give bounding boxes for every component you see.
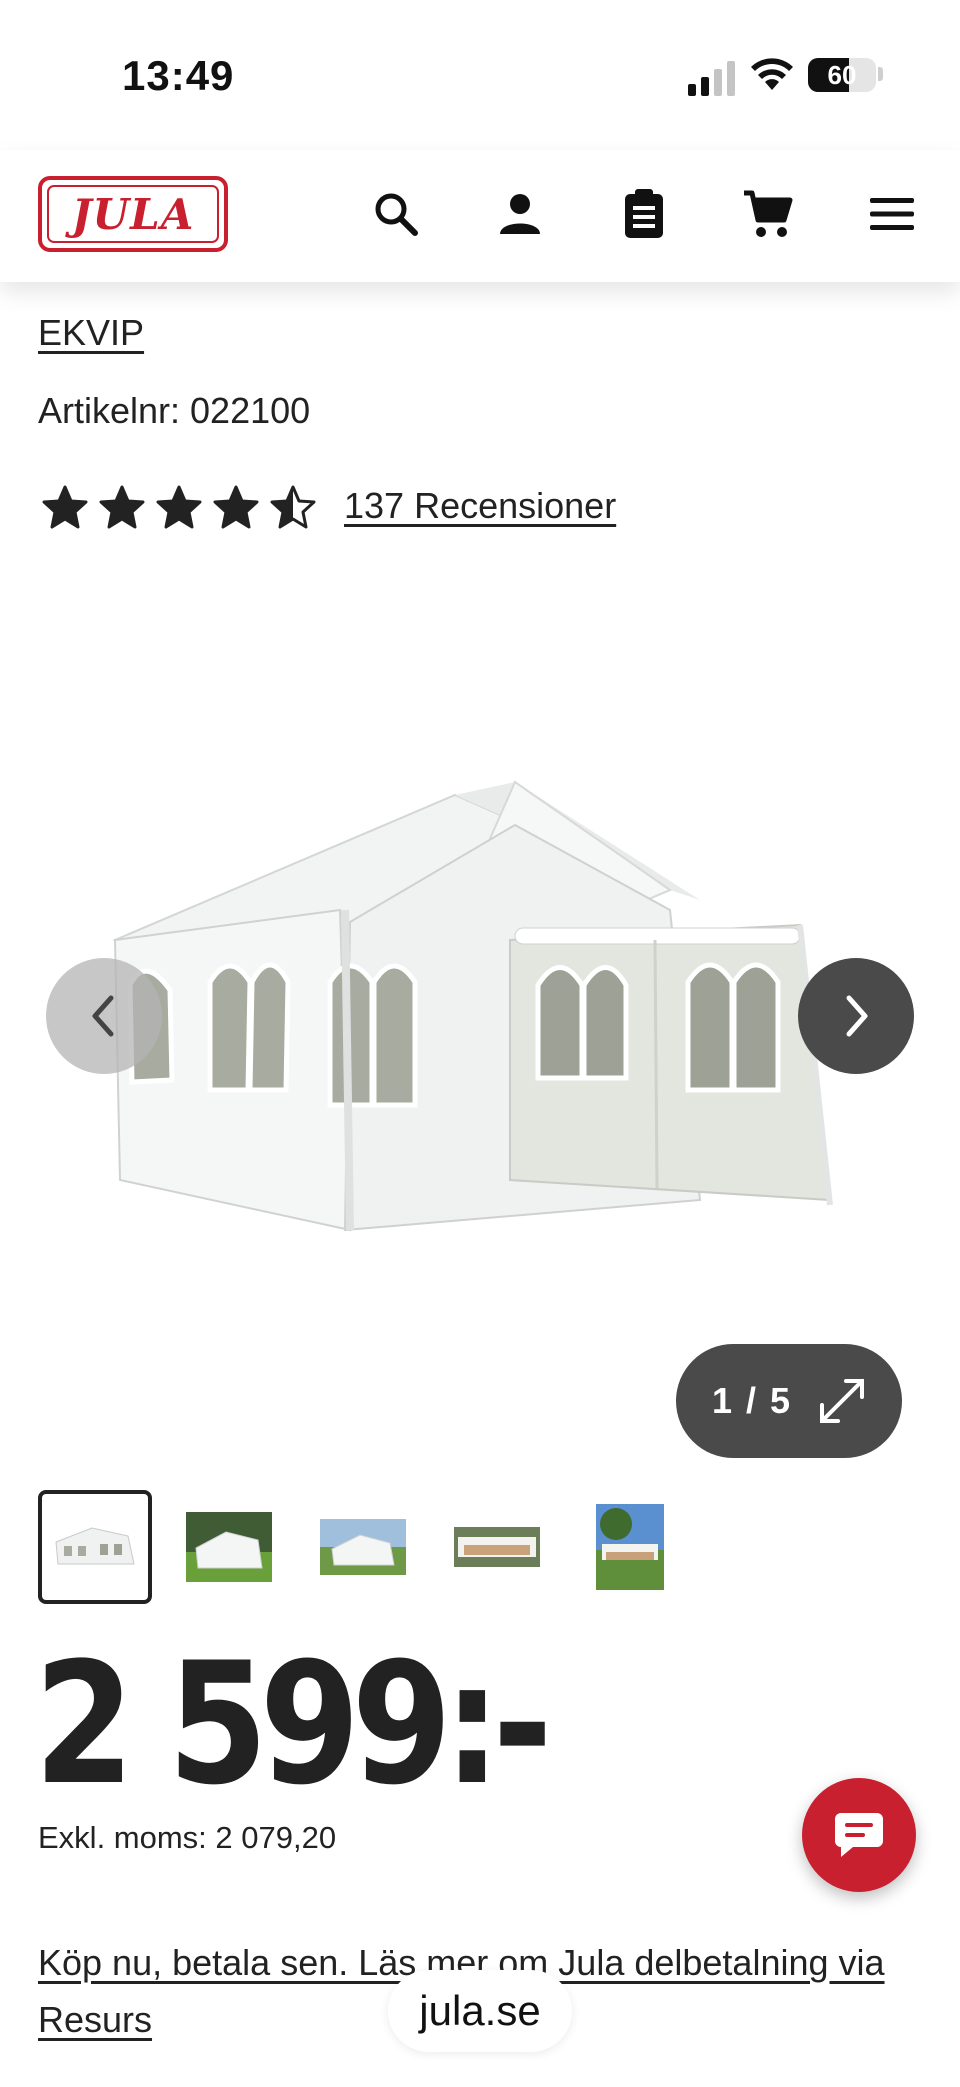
- chat-button[interactable]: [802, 1778, 916, 1892]
- thumbnail-1[interactable]: [38, 1490, 152, 1604]
- chevron-left-icon: [92, 995, 114, 1037]
- price-excl-vat: Exkl. moms: 2 079,20: [38, 1820, 337, 1855]
- thumbnail-image: [454, 1527, 540, 1567]
- battery-percent: 60: [827, 60, 857, 90]
- thumbnail-3[interactable]: [320, 1519, 406, 1575]
- thumbnail-2[interactable]: [186, 1512, 272, 1582]
- thumbnail-image: [596, 1504, 664, 1590]
- thumbnail-5[interactable]: [596, 1504, 664, 1590]
- star-rating: [42, 482, 327, 534]
- site-header: JULA: [0, 150, 960, 282]
- logo-text: JULA: [71, 189, 195, 239]
- thumbnail-image: [186, 1512, 272, 1582]
- star-half-icon: [270, 485, 316, 529]
- clipboard-list-icon[interactable]: [618, 188, 670, 240]
- thumbnail-4[interactable]: [454, 1527, 540, 1567]
- cart-icon[interactable]: [742, 188, 794, 240]
- chevron-right-icon: [846, 995, 868, 1037]
- product-brand-link[interactable]: EKVIP: [38, 312, 144, 354]
- thumbnail-image: [55, 1527, 135, 1565]
- star-full-icon: [156, 485, 202, 529]
- next-image-button[interactable]: [798, 958, 914, 1074]
- battery-tip: [878, 67, 883, 81]
- search-icon[interactable]: [370, 188, 422, 240]
- status-time: 13:49: [122, 52, 235, 99]
- chat-icon: [835, 1813, 883, 1857]
- menu-icon[interactable]: [866, 188, 918, 240]
- image-counter-fullscreen-button[interactable]: 1 / 5: [676, 1344, 902, 1458]
- product-image-tent[interactable]: [60, 760, 880, 1260]
- star-full-icon: [42, 485, 88, 529]
- thumbnail-image: [320, 1519, 406, 1575]
- battery-icon: 60: [808, 58, 876, 92]
- cellular-signal-icon: [688, 61, 735, 96]
- reviews-link[interactable]: 137 Recensioner: [344, 485, 616, 527]
- expand-icon: [820, 1379, 865, 1423]
- product-price: 2 599:-: [34, 1626, 553, 1822]
- jula-logo[interactable]: JULA: [38, 176, 228, 252]
- star-full-icon: [213, 485, 259, 529]
- browser-url-bar[interactable]: jula.se: [388, 1970, 572, 2052]
- logo-frame: JULA: [47, 185, 219, 243]
- article-number: Artikelnr: 022100: [38, 390, 311, 431]
- browser-url: jula.se: [419, 1987, 541, 2034]
- account-icon[interactable]: [494, 188, 546, 240]
- wifi-icon: [751, 58, 793, 90]
- star-full-icon: [99, 485, 145, 529]
- image-counter: 1 / 5: [711, 1380, 793, 1421]
- previous-image-button[interactable]: [46, 958, 162, 1074]
- status-bar: 13:49 60: [0, 0, 960, 150]
